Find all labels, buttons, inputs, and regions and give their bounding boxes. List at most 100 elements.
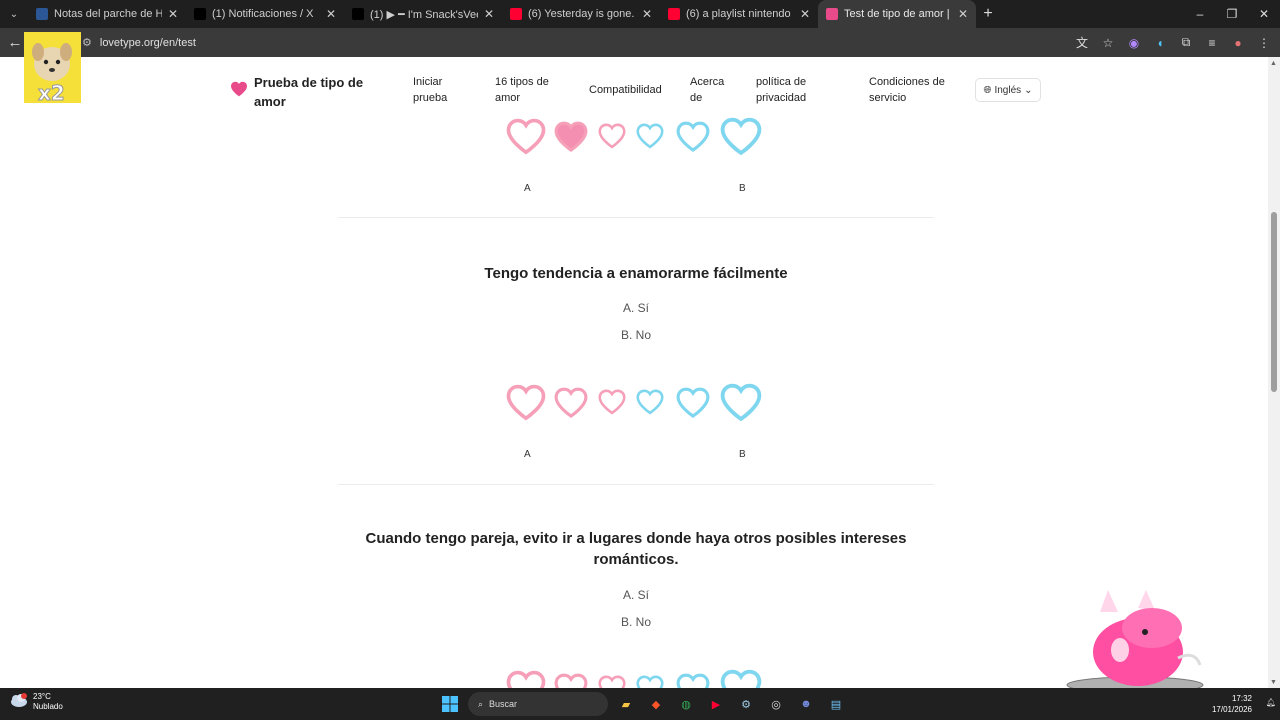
tab-strip: Notas del parche de Hytale - A✕(1) Notif… (28, 0, 976, 28)
browser-tab[interactable]: (1) ▶ ━ I'm Snack'sVee I ━ el ✕ (344, 0, 502, 28)
media-control-icon[interactable]: ≡ (1204, 35, 1220, 51)
language-selector[interactable]: 🌐︎ Inglés ⌄ (975, 78, 1041, 102)
answer-scale (506, 669, 762, 688)
answer-heart-4[interactable] (636, 389, 664, 415)
taskbar-apps: ⌕ Buscar ▰ ◆ ◍ ▶ ⚙ ◎ ☻ ▤ (438, 692, 848, 716)
browser-tab[interactable]: Notas del parche de Hytale - A ✕ (28, 0, 186, 28)
answer-heart-5[interactable] (676, 121, 710, 152)
option-b: B. No (620, 328, 651, 342)
question-title: Cuando tengo pareja, evito ir a lugares … (365, 530, 907, 568)
answer-heart-3[interactable] (598, 675, 626, 688)
answer-heart-3[interactable] (598, 389, 626, 415)
taskbar: 23°C Nublado ⌕ Buscar ▰ ◆ ◍ ▶ ⚙ ◎ ☻ ▤ 17… (0, 688, 1280, 720)
answer-heart-4[interactable] (636, 123, 664, 149)
browser-tab[interactable]: (6) Yesterday is gone. Tomorrow ✕ (502, 0, 660, 28)
nav-terms[interactable]: Condiciones de servicio (869, 74, 953, 106)
chevron-down-icon: ⌄ (1024, 84, 1033, 96)
tab-title: (1) Notificaciones / X (212, 8, 314, 20)
answer-heart-4[interactable] (636, 675, 664, 688)
steam-icon[interactable]: ⚙ (734, 692, 758, 716)
brave-browser-icon[interactable]: ◆ (644, 692, 668, 716)
notification-bell-icon[interactable]: 🔔︎ (1266, 698, 1276, 707)
site-settings-icon[interactable]: ⚙ (82, 36, 92, 49)
url-field[interactable]: ⚙ lovetype.org/en/test (82, 36, 196, 50)
restore-icon[interactable]: ❐ (1216, 7, 1248, 21)
taskbar-search[interactable]: ⌕ Buscar (468, 692, 608, 716)
tab-title: Notas del parche de Hytale - A (54, 8, 162, 20)
brand-logo[interactable]: Prueba de tipo de amor (230, 73, 364, 111)
audio-extension-icon[interactable]: ◖ (1152, 35, 1168, 51)
scroll-up-icon[interactable]: ▲ (1270, 60, 1277, 67)
option-a: A. Sí (622, 588, 649, 602)
question-title: Tengo tendencia a enamorarme fácilmente (484, 265, 788, 282)
notepad-icon[interactable]: ▤ (824, 692, 848, 716)
answer-heart-2[interactable] (554, 673, 588, 688)
address-bar: ← ⚙ lovetype.org/en/test 文 ☆ ◉ ◖ ⧉ ≡ ● ⋮ (0, 28, 1280, 57)
scroll-down-icon[interactable]: ▼ (1270, 679, 1277, 686)
url-text[interactable]: lovetype.org/en/test (100, 37, 196, 49)
youtube-music-icon[interactable]: ▶ (704, 692, 728, 716)
page-scrollbar[interactable]: ▲ ▼ (1268, 57, 1280, 688)
scale-label-a: A (524, 449, 531, 460)
extensions-puzzle-icon[interactable]: ⧉ (1178, 35, 1194, 51)
weather-widget[interactable]: 23°C Nublado (10, 692, 63, 712)
nav-privacy-policy[interactable]: política de privacidad (756, 74, 836, 106)
extension-icon[interactable]: ◉ (1126, 35, 1142, 51)
browser-tab[interactable]: (6) a playlist nintendo musi ✕ (660, 0, 818, 28)
dog-sticker-overlay: x2 (24, 32, 81, 106)
cloud-icon (10, 692, 28, 712)
nav-about[interactable]: Acerca de (690, 74, 734, 106)
clock-date: 17/01/2026 (1211, 705, 1252, 714)
minimize-icon[interactable]: – (1184, 7, 1216, 21)
weather-temp: 23°C (33, 692, 51, 701)
answer-heart-5[interactable] (676, 673, 710, 688)
scrollbar-thumb[interactable] (1271, 212, 1277, 392)
file-explorer-icon[interactable]: ▰ (614, 692, 638, 716)
new-tab-button[interactable]: + (976, 5, 1000, 23)
svg-text:x2: x2 (38, 81, 65, 103)
answer-heart-2[interactable] (554, 387, 588, 418)
answer-heart-5[interactable] (676, 387, 710, 418)
window-controls: – ❐ ✕ (1184, 7, 1280, 21)
brand-name[interactable]: Prueba de tipo de amor (254, 73, 364, 111)
system-clock[interactable]: 17:32 17/01/2026 (1212, 693, 1252, 715)
browser-tab[interactable]: (1) Notificaciones / X ✕ (186, 0, 344, 28)
answer-heart-1[interactable] (506, 118, 546, 155)
nav-compatibility[interactable]: Compatibilidad (589, 82, 669, 98)
answer-heart-6[interactable] (720, 117, 762, 156)
browser-tab[interactable]: Test de tipo de amor | Test de t ✕ (818, 0, 976, 28)
obs-icon[interactable]: ◎ (764, 692, 788, 716)
answer-heart-2[interactable] (554, 121, 588, 152)
tab-close-icon[interactable]: ✕ (800, 7, 810, 21)
globe-icon: 🌐︎ (983, 84, 992, 96)
profile-avatar-icon[interactable]: ● (1230, 35, 1246, 51)
close-window-icon[interactable]: ✕ (1248, 7, 1280, 21)
tab-close-icon[interactable]: ✕ (484, 7, 494, 21)
nav-start-test[interactable]: Iniciar prueba (413, 74, 473, 106)
answer-heart-6[interactable] (720, 669, 762, 688)
search-placeholder: Buscar (489, 699, 518, 709)
translate-icon[interactable]: 文 (1074, 35, 1090, 51)
chrome-icon[interactable]: ◍ (674, 692, 698, 716)
tab-close-icon[interactable]: ✕ (326, 7, 336, 21)
tab-close-icon[interactable]: ✕ (958, 7, 968, 21)
tab-close-icon[interactable]: ✕ (168, 7, 178, 21)
browser-menu-icon[interactable]: ⋮ (1256, 35, 1272, 51)
language-label: Inglés (994, 84, 1022, 96)
answer-heart-6[interactable] (720, 383, 762, 422)
search-icon: ⌕ (478, 698, 484, 709)
scale-label-a: A (524, 183, 531, 194)
windows-start-icon[interactable] (438, 692, 462, 716)
tab-title: (1) ▶ ━ I'm Snack'sVee I ━ el (370, 8, 478, 21)
bookmark-star-icon[interactable]: ☆ (1100, 35, 1116, 51)
nav-love-types[interactable]: 16 tipos de amor (495, 74, 567, 106)
tab-search-icon[interactable]: ⌄ (0, 0, 28, 28)
answer-heart-1[interactable] (506, 670, 546, 688)
answer-heart-1[interactable] (506, 384, 546, 421)
answer-heart-3[interactable] (598, 123, 626, 149)
discord-icon[interactable]: ☻ (794, 692, 818, 716)
toolbar-icons: 文 ☆ ◉ ◖ ⧉ ≡ ● ⋮ (1074, 35, 1280, 51)
site-header: Prueba de tipo de amor Iniciar prueba 16… (0, 57, 1268, 123)
answer-scale (506, 117, 762, 156)
tab-close-icon[interactable]: ✕ (642, 7, 652, 21)
